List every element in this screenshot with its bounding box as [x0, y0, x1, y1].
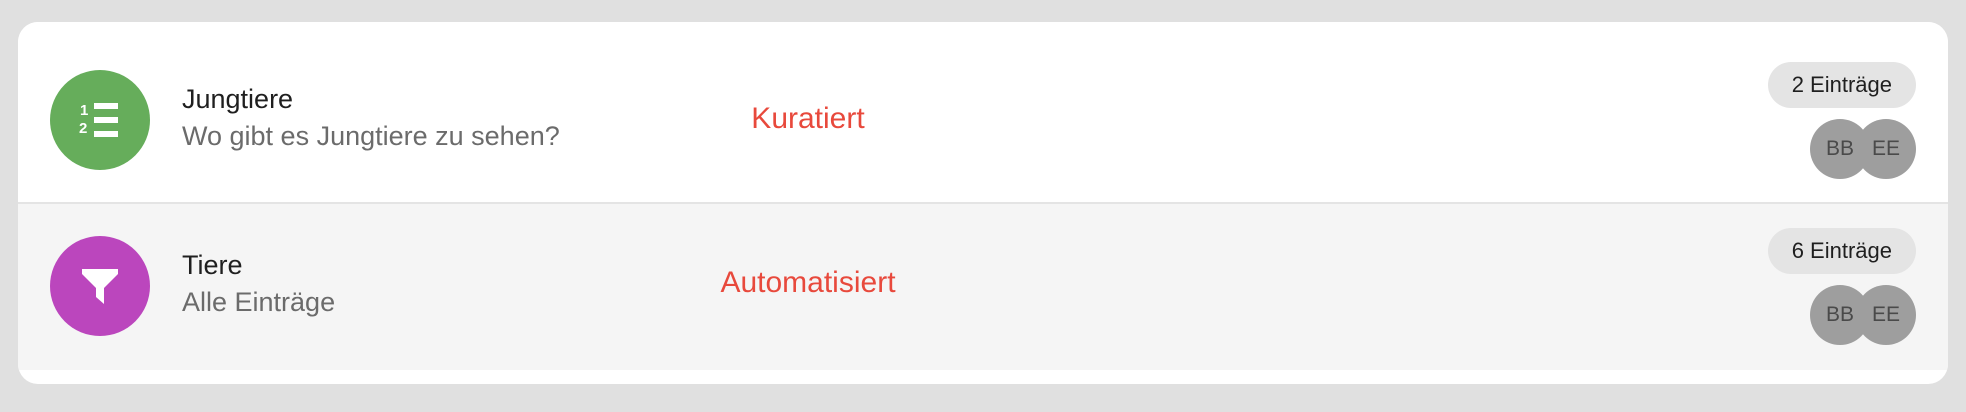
svg-text:1: 1 — [80, 102, 88, 119]
collection-row-jungtiere[interactable]: 1 2 Jungtiere Wo gibt es Jungtiere zu se… — [18, 22, 1948, 204]
collection-type-label: Kuratiert — [751, 102, 865, 135]
user-avatars: BB EE — [1810, 285, 1916, 345]
collection-subtitle: Alle Einträge — [182, 287, 336, 317]
numbered-list-icon: 1 2 — [50, 70, 150, 170]
collection-type-label: Automatisiert — [720, 266, 896, 299]
user-avatar: EE — [1856, 119, 1916, 179]
collection-title: Tiere — [182, 250, 243, 280]
collection-row-tiere[interactable]: Tiere Alle Einträge Automatisiert 6 Eint… — [18, 204, 1948, 370]
user-avatars: BB EE — [1810, 119, 1916, 179]
svg-text:2: 2 — [79, 120, 87, 137]
entries-count-badge: 6 Einträge — [1767, 228, 1916, 274]
entries-count-badge: 2 Einträge — [1767, 62, 1916, 108]
collection-title: Jungtiere — [182, 84, 294, 114]
collection-subtitle: Wo gibt es Jungtiere zu sehen? — [182, 121, 560, 151]
user-avatar: EE — [1856, 285, 1916, 345]
collections-card: 1 2 Jungtiere Wo gibt es Jungtiere zu se… — [18, 22, 1948, 384]
filter-icon — [50, 236, 150, 336]
